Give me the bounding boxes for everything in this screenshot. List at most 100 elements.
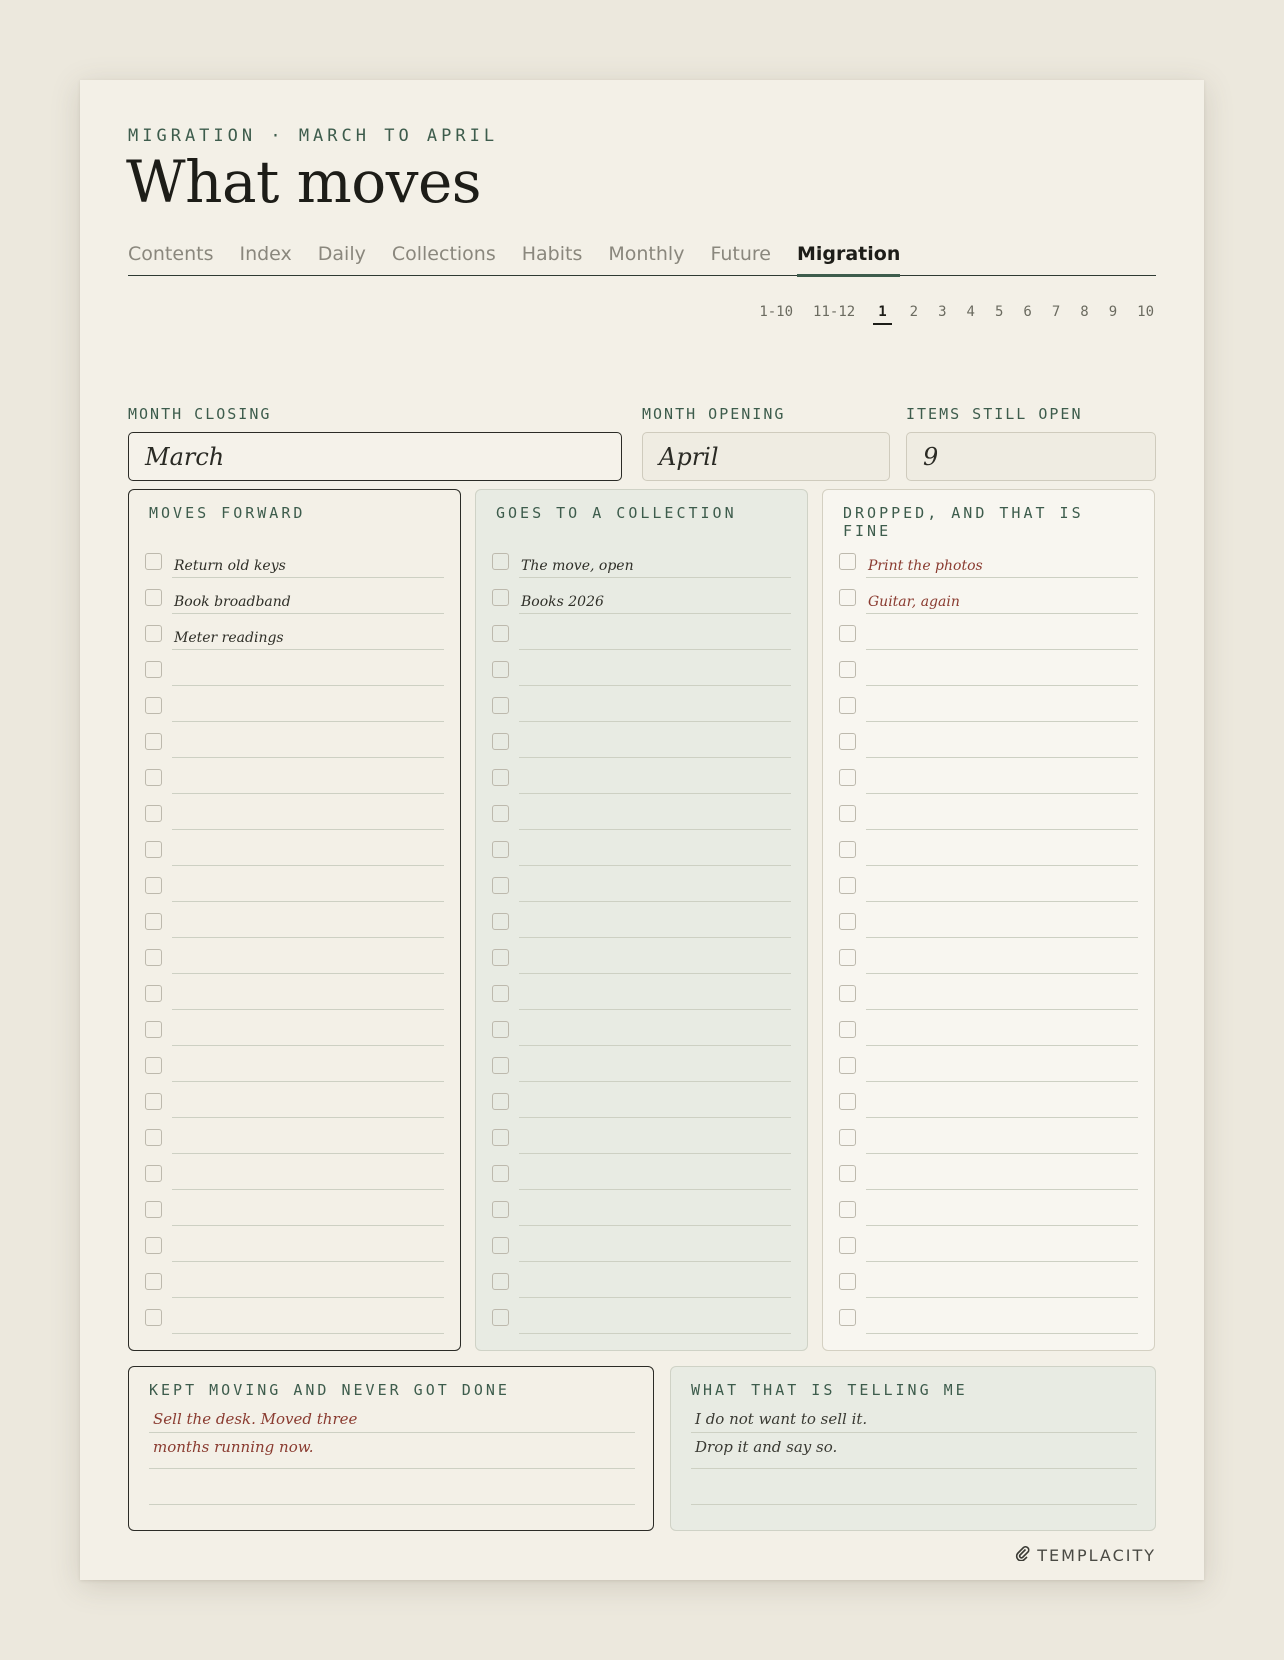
checkbox[interactable]	[145, 625, 162, 642]
telling-me-line[interactable]	[691, 1469, 1137, 1505]
moves-forward-item[interactable]	[172, 732, 444, 758]
telling-me-line[interactable]: Drop it and say so.	[691, 1433, 1137, 1469]
moves-forward-item[interactable]	[172, 804, 444, 830]
kept-moving-line[interactable]: Sell the desk. Moved three	[149, 1405, 635, 1433]
tab-contents[interactable]: Contents	[128, 243, 213, 275]
checkbox[interactable]	[492, 841, 509, 858]
checkbox[interactable]	[492, 733, 509, 750]
page-link[interactable]: 3	[936, 304, 948, 325]
moves-forward-item[interactable]	[172, 1020, 444, 1046]
moves-forward-item[interactable]	[172, 768, 444, 794]
checkbox[interactable]	[145, 949, 162, 966]
kept-moving-line[interactable]	[149, 1469, 635, 1505]
goes-to-collection-item[interactable]	[519, 1236, 791, 1262]
tab-habits[interactable]: Habits	[522, 243, 583, 275]
checkbox[interactable]	[145, 877, 162, 894]
goes-to-collection-item[interactable]	[519, 948, 791, 974]
checkbox[interactable]	[839, 1093, 856, 1110]
checkbox[interactable]	[145, 1165, 162, 1182]
checkbox[interactable]	[839, 1057, 856, 1074]
checkbox[interactable]	[145, 1201, 162, 1218]
goes-to-collection-item[interactable]	[519, 768, 791, 794]
moves-forward-item[interactable]	[172, 1056, 444, 1082]
checkbox[interactable]	[492, 913, 509, 930]
page-link[interactable]: 8	[1078, 304, 1090, 325]
goes-to-collection-item[interactable]	[519, 1164, 791, 1190]
kept-moving-line[interactable]: months running now.	[149, 1433, 635, 1469]
goes-to-collection-item[interactable]	[519, 1308, 791, 1334]
checkbox[interactable]	[492, 553, 509, 570]
tab-future[interactable]: Future	[710, 243, 771, 275]
checkbox[interactable]	[839, 553, 856, 570]
page-link[interactable]: 2	[908, 304, 920, 325]
checkbox[interactable]	[839, 985, 856, 1002]
dropped-item[interactable]	[866, 804, 1138, 830]
page-link[interactable]: 9	[1107, 304, 1119, 325]
moves-forward-item[interactable]	[172, 876, 444, 902]
checkbox[interactable]	[839, 949, 856, 966]
moves-forward-item[interactable]	[172, 1092, 444, 1118]
moves-forward-item[interactable]	[172, 1200, 444, 1226]
dropped-item[interactable]	[866, 696, 1138, 722]
dropped-item[interactable]	[866, 1128, 1138, 1154]
checkbox[interactable]	[145, 841, 162, 858]
goes-to-collection-item[interactable]	[519, 840, 791, 866]
goes-to-collection-item[interactable]	[519, 1020, 791, 1046]
checkbox[interactable]	[492, 1237, 509, 1254]
checkbox[interactable]	[492, 769, 509, 786]
dropped-item[interactable]	[866, 732, 1138, 758]
checkbox[interactable]	[492, 625, 509, 642]
moves-forward-item[interactable]: Book broadband	[172, 588, 444, 614]
dropped-item[interactable]	[866, 1164, 1138, 1190]
checkbox[interactable]	[492, 805, 509, 822]
checkbox[interactable]	[839, 769, 856, 786]
goes-to-collection-item[interactable]	[519, 696, 791, 722]
checkbox[interactable]	[839, 841, 856, 858]
dropped-item[interactable]: Print the photos	[866, 552, 1138, 578]
checkbox[interactable]	[492, 1129, 509, 1146]
goes-to-collection-item[interactable]: The move, open	[519, 552, 791, 578]
checkbox[interactable]	[145, 697, 162, 714]
checkbox[interactable]	[145, 1129, 162, 1146]
checkbox[interactable]	[145, 1057, 162, 1074]
moves-forward-item[interactable]	[172, 1164, 444, 1190]
dropped-item[interactable]	[866, 1020, 1138, 1046]
goes-to-collection-item[interactable]	[519, 804, 791, 830]
goes-to-collection-item[interactable]	[519, 876, 791, 902]
dropped-item[interactable]	[866, 1308, 1138, 1334]
checkbox[interactable]	[839, 697, 856, 714]
goes-to-collection-item[interactable]	[519, 912, 791, 938]
checkbox[interactable]	[492, 1093, 509, 1110]
goes-to-collection-item[interactable]	[519, 1200, 791, 1226]
checkbox[interactable]	[145, 769, 162, 786]
checkbox[interactable]	[839, 589, 856, 606]
checkbox[interactable]	[839, 1165, 856, 1182]
checkbox[interactable]	[839, 661, 856, 678]
checkbox[interactable]	[492, 1165, 509, 1182]
tab-collections[interactable]: Collections	[392, 243, 496, 275]
tab-migration[interactable]: Migration	[796, 243, 901, 277]
checkbox[interactable]	[145, 553, 162, 570]
checkbox[interactable]	[839, 805, 856, 822]
moves-forward-item[interactable]	[172, 912, 444, 938]
checkbox[interactable]	[492, 1309, 509, 1326]
goes-to-collection-item[interactable]: Books 2026	[519, 588, 791, 614]
dropped-item[interactable]	[866, 768, 1138, 794]
dropped-item[interactable]	[866, 1092, 1138, 1118]
tab-monthly[interactable]: Monthly	[608, 243, 684, 275]
checkbox[interactable]	[492, 661, 509, 678]
page-link[interactable]: 4	[965, 304, 977, 325]
dropped-item[interactable]	[866, 948, 1138, 974]
moves-forward-item[interactable]	[172, 948, 444, 974]
checkbox[interactable]	[145, 913, 162, 930]
tab-index[interactable]: Index	[239, 243, 291, 275]
dropped-item[interactable]	[866, 912, 1138, 938]
moves-forward-item[interactable]: Meter readings	[172, 624, 444, 650]
checkbox[interactable]	[839, 1129, 856, 1146]
goes-to-collection-item[interactable]	[519, 1128, 791, 1154]
moves-forward-item[interactable]: Return old keys	[172, 552, 444, 578]
month-closing-field[interactable]: March	[128, 432, 622, 481]
checkbox[interactable]	[145, 1237, 162, 1254]
page-link[interactable]: 7	[1050, 304, 1062, 325]
checkbox[interactable]	[839, 733, 856, 750]
